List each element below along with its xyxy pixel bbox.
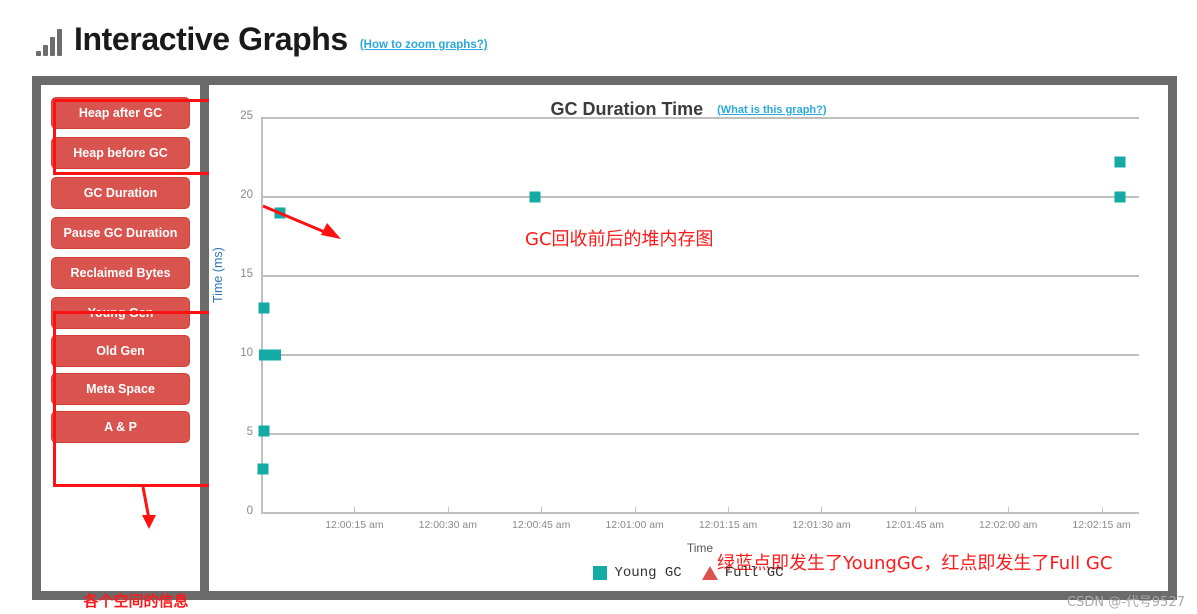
chart-area: GC Duration Time (What is this graph?) T… [209,85,1168,591]
x-axis-tick: 12:01:45 am [885,519,945,531]
legend-label-full-gc: Full GC [724,565,784,581]
x-axis-tickmark [354,507,356,512]
data-point-young-gc[interactable] [1114,156,1126,168]
sidebar-button-gc-duration[interactable]: GC Duration [51,177,190,209]
x-axis-tick: 12:02:15 am [1072,519,1131,531]
data-point-young-gc[interactable] [1114,191,1126,203]
page-header: Interactive Graphs (How to zoom graphs?) [36,22,488,56]
sidebar-button-pause-gc-duration[interactable]: Pause GC Duration [51,217,190,249]
x-axis-tick: 12:00:45 am [512,519,571,531]
bar-chart-icon [36,28,62,56]
graph-panel: Heap after GC Heap before GC GC Duration… [32,76,1177,610]
sidebar-button-a-and-p[interactable]: A & P [51,411,190,443]
x-axis-tickmark [634,507,636,512]
x-axis-tickmark [821,507,823,512]
page-title: Interactive Graphs [74,21,348,57]
data-point-young-gc[interactable] [274,207,286,219]
x-axis-label: Time [686,541,714,555]
x-axis-tick: 12:01:00 am [605,519,664,531]
chart-legend: Young GC Full GC [209,565,1168,581]
x-axis-tick: 12:00:30 am [418,519,477,531]
y-axis-tick: 15 [240,268,253,280]
data-point-young-gc[interactable] [529,191,541,203]
y-axis-tick: 10 [240,347,253,359]
triangle-marker-icon [701,566,718,580]
gridline [261,275,1139,277]
sidebar-button-young-gen[interactable]: Young Gen [51,297,190,329]
sidebar-button-reclaimed-bytes[interactable]: Reclaimed Bytes [51,257,190,289]
gridline [261,196,1139,198]
y-axis-tick: 5 [246,426,253,438]
x-axis-tick: 12:01:15 am [698,519,758,531]
annotation-text-heap: GC回收前后的堆内存图 [525,229,714,250]
x-axis-tickmark [728,507,730,512]
gridline [261,433,1139,435]
graph-type-sidebar: Heap after GC Heap before GC GC Duration… [41,85,235,610]
annotation-arrow-spaces [141,486,156,529]
x-axis-tick: 12:01:30 am [792,519,851,531]
x-axis-line [261,512,1139,514]
x-axis-tickmark [1008,507,1010,512]
y-axis-tick: 20 [240,189,253,201]
page-root: Interactive Graphs (How to zoom graphs?)… [0,0,1197,614]
how-to-zoom-link[interactable]: (How to zoom graphs?) [360,39,488,56]
sidebar-button-old-gen[interactable]: Old Gen [51,335,190,367]
y-axis-line [261,118,263,513]
legend-label-young-gc: Young GC [614,565,682,581]
x-axis-tickmark [447,507,449,512]
x-axis-tickmark [914,507,916,512]
sidebar-button-meta-space[interactable]: Meta Space [51,373,190,405]
x-axis-tickmark [1101,507,1103,512]
x-axis-tick: 12:00:15 am [325,519,384,531]
data-point-young-gc[interactable] [258,425,270,437]
sidebar-button-heap-before-gc[interactable]: Heap before GC [51,137,190,169]
sidebar-annotation-caption: 各个空间的信息 [83,592,189,610]
y-axis-tick: 25 [240,110,253,122]
watermark: CSDN @-代号9527 [1067,595,1185,610]
plot-canvas[interactable]: Time (ms) Time 0 5 10 15 20 25 12:00:15 am 12:0… [209,85,1168,591]
x-axis-tickmark [541,507,543,512]
data-point-young-gc[interactable] [258,302,270,314]
gridline [261,354,1139,356]
square-marker-icon [593,566,608,580]
legend-item-young-gc[interactable]: Young GC [593,565,682,581]
y-axis-tick: 0 [246,505,253,517]
data-point-young-gc[interactable] [258,349,281,361]
data-point-young-gc[interactable] [257,463,269,475]
gridline [261,117,1139,119]
x-axis-tick: 12:02:00 am [979,519,1038,531]
legend-item-full-gc[interactable]: Full GC [701,565,784,581]
sidebar-button-heap-after-gc[interactable]: Heap after GC [51,97,190,129]
